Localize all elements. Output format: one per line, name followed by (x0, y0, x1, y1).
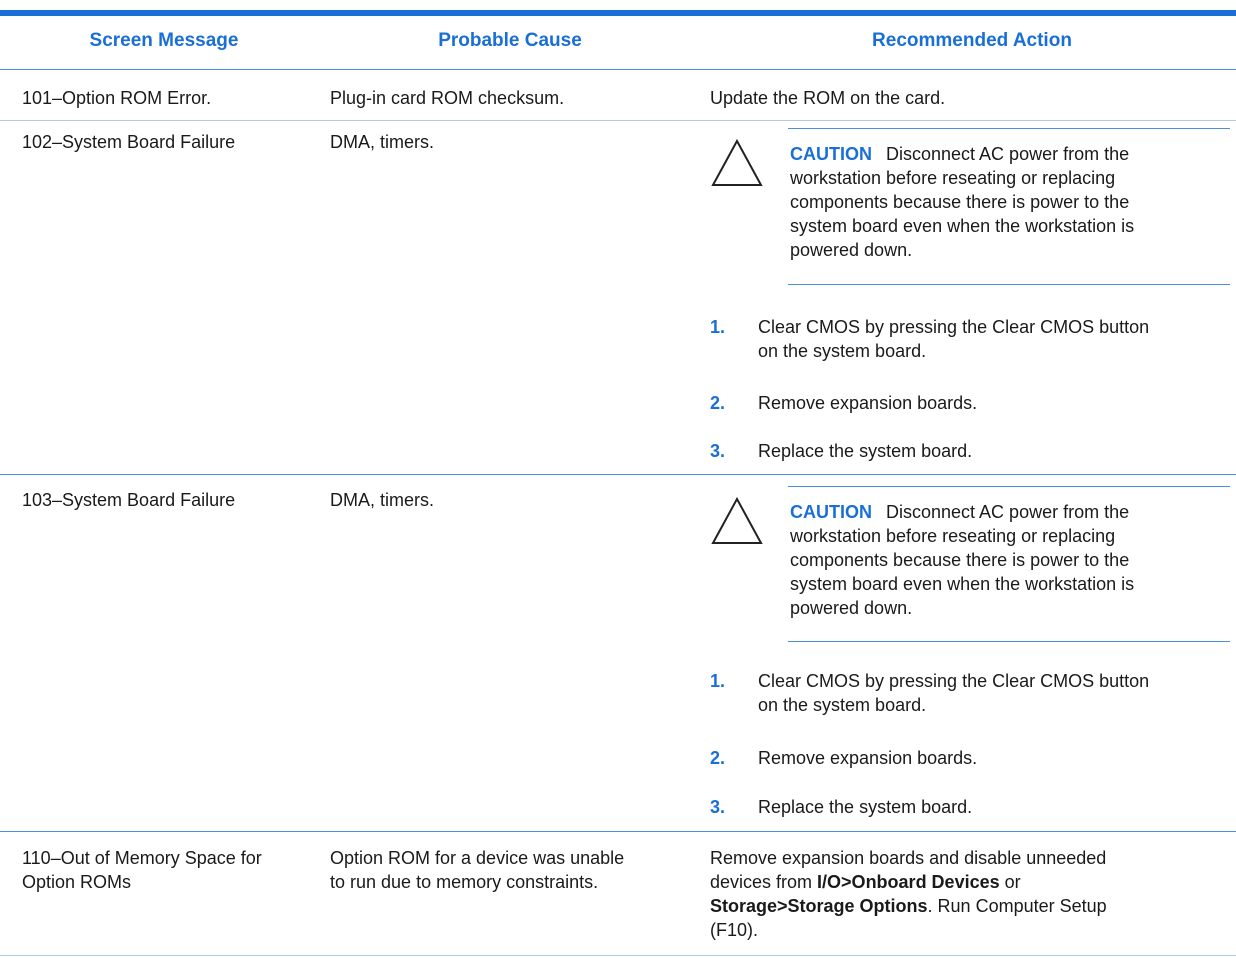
step-text: Remove expansion boards. (758, 393, 978, 413)
header-screen-message: Screen Message (89, 30, 239, 51)
header-divider (0, 69, 1236, 70)
caution-bottom-rule (788, 641, 1230, 642)
caution-triangle-icon (711, 138, 763, 186)
table-top-rule (0, 10, 1236, 16)
step-number: 2. (710, 393, 726, 413)
step-text: Remove expansion boards. (758, 748, 978, 768)
screen-message-cell: 103–System Board Failure (22, 490, 236, 510)
caution-top-rule (788, 486, 1230, 487)
caution-notice: CAUTION Disconnect AC power from the work… (708, 486, 1236, 646)
step-text: Clear CMOS by pressing the Clear CMOS bu… (758, 317, 1150, 361)
probable-cause-cell: DMA, timers. (330, 132, 435, 152)
recommended-action-cell: Remove expansion boards and disable unne… (710, 848, 1107, 940)
screen-message-cell: 102–System Board Failure (22, 132, 236, 152)
caution-top-rule (788, 128, 1230, 129)
caution-text: CAUTION Disconnect AC power from the work… (790, 144, 1135, 260)
screen-message-cell: 110–Out of Memory Space for Option ROMs (22, 848, 262, 892)
step-number: 1. (710, 317, 726, 337)
recommended-action-cell: Update the ROM on the card. (710, 88, 946, 108)
probable-cause-cell: Option ROM for a device was unable to ru… (330, 848, 625, 892)
caution-label: CAUTION (790, 502, 872, 522)
menu-path-storage-options: Storage>Storage Options (710, 896, 928, 916)
probable-cause-cell: Plug-in card ROM checksum. (330, 88, 565, 108)
caution-bottom-rule (788, 284, 1230, 285)
menu-path-io-onboard-devices: I/O>Onboard Devices (817, 872, 1000, 892)
step-text: Replace the system board. (758, 441, 973, 461)
step-number: 3. (710, 441, 726, 461)
caution-text: CAUTION Disconnect AC power from the work… (790, 502, 1135, 618)
step-text: Clear CMOS by pressing the Clear CMOS bu… (758, 671, 1150, 715)
row-divider (0, 955, 1236, 956)
row-divider (0, 831, 1236, 832)
step-text: Replace the system board. (758, 797, 973, 817)
row-divider (0, 474, 1236, 475)
probable-cause-cell: DMA, timers. (330, 490, 435, 510)
step-number: 1. (710, 671, 726, 691)
row-divider (0, 120, 1236, 121)
screen-message-cell: 101–Option ROM Error. (22, 88, 212, 108)
step-number: 3. (710, 797, 726, 817)
caution-label: CAUTION (790, 144, 872, 164)
header-recommended-action: Recommended Action (872, 30, 1072, 51)
caution-notice: CAUTION Disconnect AC power from the work… (708, 128, 1236, 288)
header-probable-cause: Probable Cause (438, 30, 582, 51)
step-number: 2. (710, 748, 726, 768)
caution-triangle-icon (711, 496, 763, 544)
